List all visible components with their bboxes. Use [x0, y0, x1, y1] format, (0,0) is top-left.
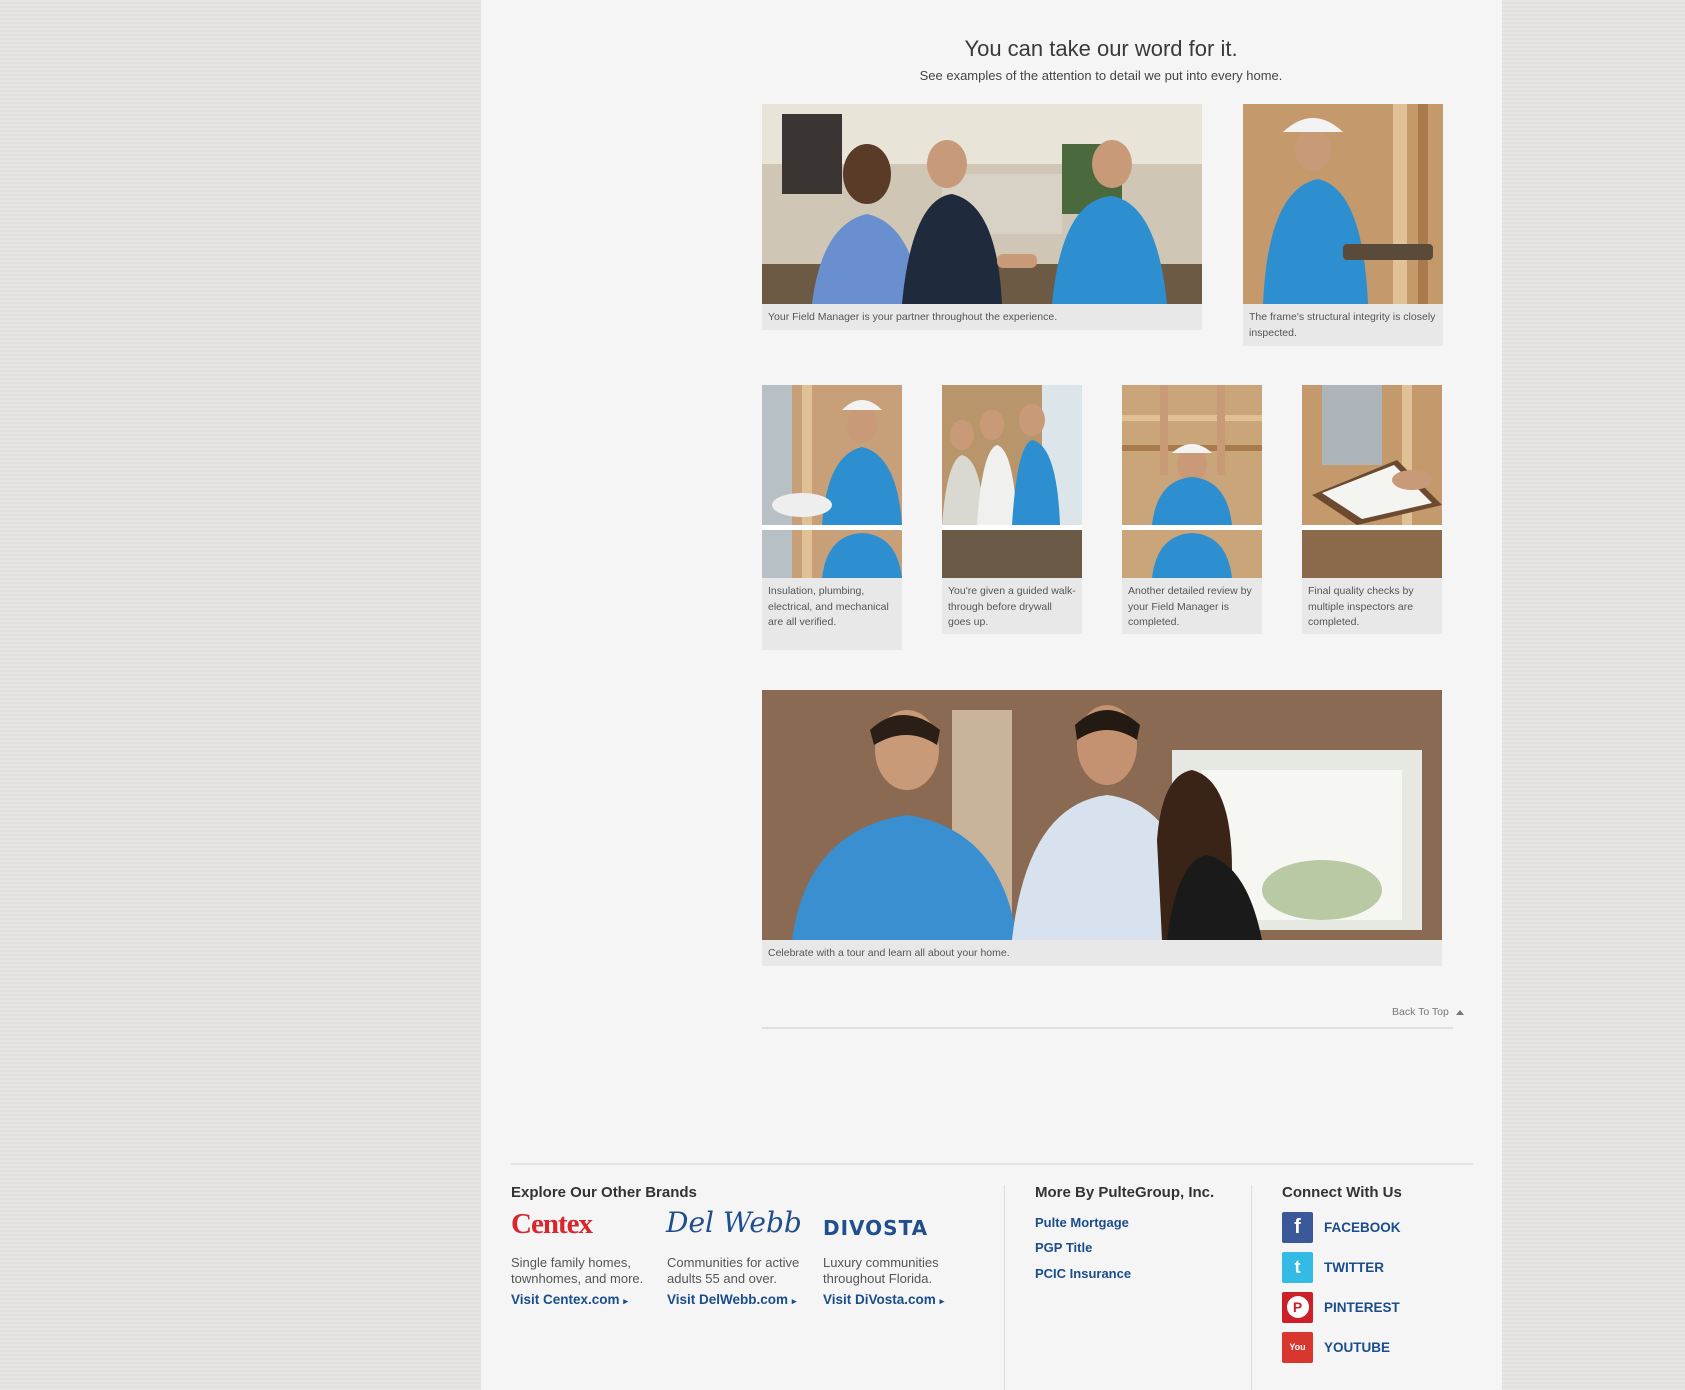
photo-caption: The frame's structural integrity is clos…	[1243, 304, 1443, 346]
facebook-link[interactable]: f FACEBOOK	[1282, 1211, 1401, 1243]
divosta-logo[interactable]: DIVOSTA	[823, 1216, 928, 1240]
photo-caption: You're given a guided walk-through befor…	[942, 578, 1082, 634]
section-subheading: See examples of the attention to detail …	[919, 68, 1283, 83]
caret-up-icon	[1455, 1009, 1464, 1015]
centex-logo[interactable]: Centex	[511, 1208, 593, 1241]
pulte-mortgage-link[interactable]: Pulte Mortgage	[1035, 1215, 1129, 1230]
footer-divider	[511, 1163, 1473, 1165]
social-label: FACEBOOK	[1324, 1219, 1401, 1235]
footer-column-divider	[1004, 1185, 1005, 1390]
main-content: You can take our word for it. See exampl…	[481, 0, 1502, 1390]
pinterest-glyph: P	[1286, 1296, 1309, 1318]
brands-title: Explore Our Other Brands	[511, 1184, 697, 1201]
chevron-right-icon: ▸	[791, 1296, 797, 1306]
more-title: More By PulteGroup, Inc.	[1035, 1184, 1215, 1201]
pcic-insurance-link[interactable]: PCIC Insurance	[1035, 1266, 1131, 1281]
pinterest-icon: P	[1282, 1291, 1313, 1323]
youtube-link[interactable]: You YOUTUBE	[1282, 1331, 1390, 1363]
back-to-top-label: Back To Top	[1392, 1006, 1449, 1018]
section-heading: You can take our word for it.	[964, 36, 1238, 61]
facebook-icon: f	[1282, 1211, 1313, 1243]
photo-caption: Celebrate with a tour and learn all abou…	[762, 940, 1442, 966]
back-to-top-link[interactable]: Back To Top	[1392, 1006, 1464, 1018]
photo-quality-checks	[1302, 385, 1442, 578]
brand-description: Single family homes, townhomes, and more…	[511, 1255, 644, 1286]
youtube-icon: You	[1282, 1331, 1313, 1363]
photo-caption: Final quality checks by multiple inspect…	[1302, 578, 1442, 634]
chevron-right-icon: ▸	[939, 1296, 945, 1306]
photo-caption: Insulation, plumbing, electrical, and me…	[762, 578, 902, 650]
visit-centex-link[interactable]: Visit Centex.com ▸	[511, 1292, 628, 1307]
photo-caption: Your Field Manager is your partner throu…	[762, 304, 1202, 330]
pgp-title-link[interactable]: PGP Title	[1035, 1240, 1092, 1255]
chevron-right-icon: ▸	[623, 1296, 628, 1306]
brand-description: Communities for active adults 55 and ove…	[667, 1255, 800, 1286]
photo-caption: Another detailed review by your Field Ma…	[1122, 578, 1262, 634]
pinterest-link[interactable]: P PINTEREST	[1282, 1291, 1400, 1323]
divider	[762, 1027, 1453, 1029]
social-label: PINTEREST	[1324, 1299, 1400, 1315]
photo-systems-check	[762, 385, 902, 578]
link-label: Visit DiVosta.com	[823, 1292, 936, 1307]
link-label: Visit Centex.com	[511, 1292, 620, 1307]
photo-detailed-review	[1122, 385, 1262, 578]
photo-celebration	[762, 690, 1442, 940]
social-label: YOUTUBE	[1324, 1339, 1391, 1355]
visit-delwebb-link[interactable]: Visit DelWebb.com ▸	[667, 1292, 796, 1307]
brand-description: Luxury communities throughout Florida.	[823, 1255, 939, 1286]
link-label: Visit DelWebb.com	[667, 1292, 789, 1307]
photo-handshake	[762, 104, 1202, 304]
twitter-icon: t	[1282, 1251, 1313, 1283]
photo-walkthrough	[942, 385, 1082, 578]
visit-divosta-link[interactable]: Visit DiVosta.com ▸	[823, 1292, 944, 1307]
twitter-link[interactable]: t TWITTER	[1282, 1251, 1384, 1283]
delwebb-logo[interactable]: Del Webb	[666, 1206, 802, 1239]
connect-title: Connect With Us	[1282, 1184, 1402, 1201]
social-label: TWITTER	[1324, 1259, 1384, 1275]
footer-column-divider	[1251, 1185, 1252, 1390]
photo-frame-inspection	[1243, 104, 1443, 304]
